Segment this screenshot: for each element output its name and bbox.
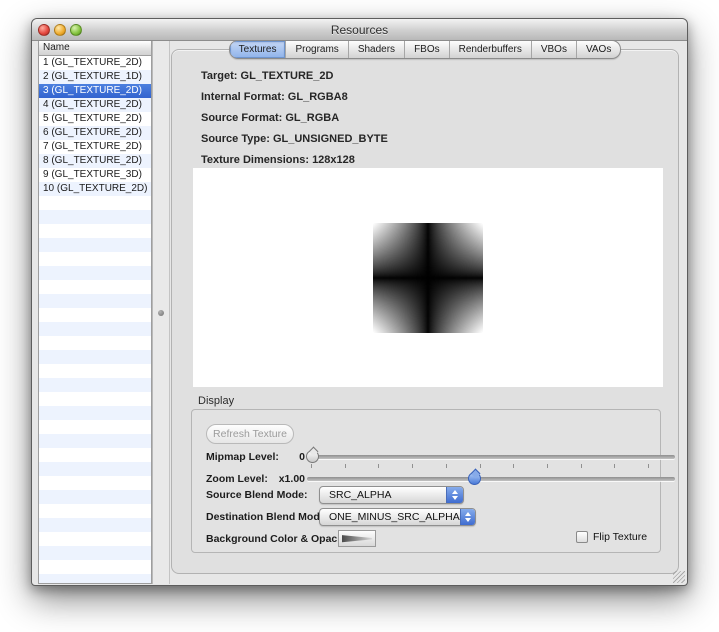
list-item[interactable]: [39, 322, 151, 336]
info-label: Target:: [201, 70, 237, 82]
texture-info-line: Source Type: GL_UNSIGNED_BYTE: [201, 133, 388, 145]
list-item[interactable]: [39, 560, 151, 574]
source-blend-popup[interactable]: SRC_ALPHA: [319, 486, 464, 504]
tab-fbos[interactable]: FBOs: [404, 41, 449, 58]
list-item[interactable]: 8 (GL_TEXTURE_2D): [39, 154, 151, 168]
list-item[interactable]: [39, 504, 151, 518]
info-value: GL_UNSIGNED_BYTE: [273, 133, 388, 145]
list-item[interactable]: [39, 392, 151, 406]
texture-preview-area: [193, 168, 663, 387]
texture-info-line: Texture Dimensions: 128x128: [201, 154, 355, 166]
info-value: GL_RGBA8: [288, 91, 348, 103]
list-item[interactable]: [39, 532, 151, 546]
list-item[interactable]: 3 (GL_TEXTURE_2D): [39, 84, 151, 98]
list-item[interactable]: [39, 434, 151, 448]
tab-programs[interactable]: Programs: [285, 41, 347, 58]
tab-shaders[interactable]: Shaders: [348, 41, 404, 58]
background-color-well[interactable]: [338, 530, 376, 547]
dest-blend-value: ONE_MINUS_SRC_ALPHA: [320, 511, 460, 523]
refresh-texture-button[interactable]: Refresh Texture: [206, 424, 294, 444]
list-item[interactable]: [39, 294, 151, 308]
list-item[interactable]: 10 (GL_TEXTURE_2D): [39, 182, 151, 196]
info-label: Source Format:: [201, 112, 282, 124]
zoom-slider-ticks: [307, 464, 675, 469]
zoom-level-label: Zoom Level:: [206, 473, 268, 485]
zoom-level-value: x1.00: [265, 473, 305, 485]
list-item[interactable]: [39, 336, 151, 350]
list-item[interactable]: [39, 490, 151, 504]
flip-texture-label: Flip Texture: [593, 531, 647, 543]
display-section-label: Display: [198, 395, 234, 407]
color-opacity-wedge-icon: [342, 534, 372, 543]
list-item[interactable]: [39, 308, 151, 322]
list-item[interactable]: [39, 224, 151, 238]
window-title: Resources: [32, 23, 687, 37]
texture-preview-image: [373, 223, 483, 333]
tab-vbos[interactable]: VBOs: [531, 41, 576, 58]
zoom-slider-thumb[interactable]: [468, 472, 481, 485]
list-item[interactable]: 4 (GL_TEXTURE_2D): [39, 98, 151, 112]
popup-stepper-icon: [460, 509, 475, 525]
list-item[interactable]: [39, 420, 151, 434]
resource-type-tabs: TexturesProgramsShadersFBOsRenderbuffers…: [229, 40, 622, 59]
info-value: GL_RGBA: [285, 112, 339, 124]
list-item[interactable]: [39, 238, 151, 252]
tab-textures[interactable]: Textures: [230, 41, 286, 58]
mipmap-level-label: Mipmap Level:: [206, 451, 279, 463]
resize-grip[interactable]: [673, 571, 685, 583]
source-blend-label: Source Blend Mode:: [206, 489, 308, 501]
list-item[interactable]: [39, 196, 151, 210]
list-item[interactable]: [39, 378, 151, 392]
list-item[interactable]: 1 (GL_TEXTURE_2D): [39, 56, 151, 70]
list-item[interactable]: [39, 210, 151, 224]
texture-info-line: Source Format: GL_RGBA: [201, 112, 339, 124]
list-item[interactable]: [39, 266, 151, 280]
name-column-header[interactable]: Name: [39, 41, 151, 56]
tab-renderbuffers[interactable]: Renderbuffers: [449, 41, 531, 58]
mipmap-slider[interactable]: [307, 450, 675, 464]
texture-info-line: Internal Format: GL_RGBA8: [201, 91, 348, 103]
tab-vaos[interactable]: VAOs: [576, 41, 620, 58]
list-item[interactable]: [39, 252, 151, 266]
info-label: Source Type:: [201, 133, 270, 145]
list-item[interactable]: [39, 462, 151, 476]
list-item[interactable]: [39, 518, 151, 532]
tab-bar: TexturesProgramsShadersFBOsRenderbuffers…: [171, 40, 679, 59]
list-item[interactable]: 7 (GL_TEXTURE_2D): [39, 140, 151, 154]
splitter-handle-icon[interactable]: [158, 310, 164, 316]
mipmap-level-value: 0: [272, 451, 305, 463]
list-item[interactable]: 6 (GL_TEXTURE_2D): [39, 126, 151, 140]
list-item[interactable]: [39, 364, 151, 378]
list-item[interactable]: [39, 574, 151, 584]
source-blend-value: SRC_ALPHA: [320, 489, 446, 501]
resource-rows: 1 (GL_TEXTURE_2D)2 (GL_TEXTURE_1D)3 (GL_…: [39, 56, 151, 584]
background-color-label: Background Color & Opacity:: [206, 533, 353, 545]
resource-list: Name 1 (GL_TEXTURE_2D)2 (GL_TEXTURE_1D)3…: [38, 41, 152, 584]
list-item[interactable]: 2 (GL_TEXTURE_1D): [39, 70, 151, 84]
zoom-slider[interactable]: [307, 472, 675, 486]
list-item[interactable]: [39, 350, 151, 364]
popup-stepper-icon: [446, 487, 463, 503]
list-item[interactable]: 5 (GL_TEXTURE_2D): [39, 112, 151, 126]
texture-info-line: Target: GL_TEXTURE_2D: [201, 70, 333, 82]
dest-blend-label: Destination Blend Mode:: [206, 511, 329, 523]
list-item[interactable]: [39, 280, 151, 294]
list-item[interactable]: [39, 546, 151, 560]
info-label: Texture Dimensions:: [201, 154, 309, 166]
list-item[interactable]: 9 (GL_TEXTURE_3D): [39, 168, 151, 182]
info-label: Internal Format:: [201, 91, 285, 103]
dest-blend-popup[interactable]: ONE_MINUS_SRC_ALPHA: [319, 508, 476, 526]
info-value: 128x128: [312, 154, 355, 166]
flip-texture-checkbox[interactable]: [576, 531, 588, 543]
title-bar[interactable]: Resources: [32, 19, 687, 41]
mipmap-slider-track[interactable]: [307, 455, 675, 459]
mipmap-slider-thumb[interactable]: [306, 450, 319, 463]
zoom-slider-track[interactable]: [307, 477, 675, 481]
list-item[interactable]: [39, 476, 151, 490]
resources-window: Resources Name 1 (GL_TEXTURE_2D)2 (GL_TE…: [31, 18, 688, 586]
list-item[interactable]: [39, 406, 151, 420]
list-item[interactable]: [39, 448, 151, 462]
info-value: GL_TEXTURE_2D: [241, 70, 334, 82]
